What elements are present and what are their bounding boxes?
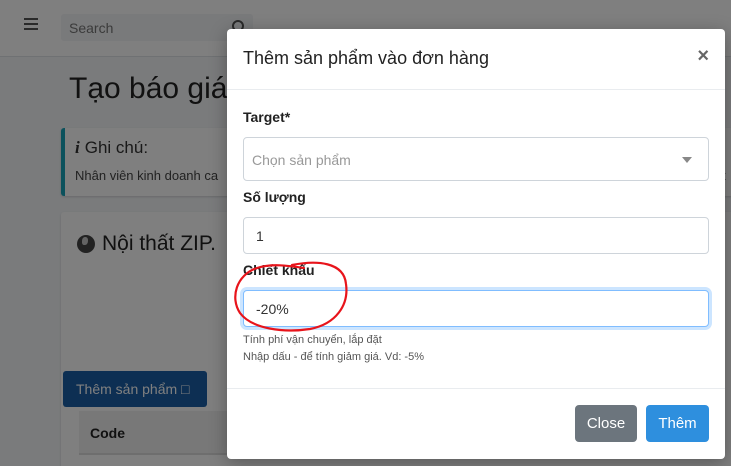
target-placeholder: Chọn sản phẩm: [252, 152, 351, 168]
help-text-shipping: Tính phí vận chuyển, lắp đặt: [243, 334, 382, 346]
target-label: Target*: [243, 109, 291, 125]
discount-label: Chiết khấu: [243, 262, 315, 278]
help-text-discount: Nhập dấu - để tính giảm giá. Vd: -5%: [243, 351, 424, 363]
close-icon[interactable]: ×: [697, 45, 709, 68]
quantity-input[interactable]: [243, 217, 709, 254]
modal-header: Thêm sản phẩm vào đơn hàng ×: [227, 29, 725, 90]
chevron-down-icon: [682, 157, 692, 163]
close-button[interactable]: Close: [575, 405, 637, 442]
quantity-label: Số lượng: [243, 189, 306, 205]
add-button[interactable]: Thêm: [646, 405, 709, 442]
modal-footer-divider: [227, 388, 725, 389]
modal-title: Thêm sản phẩm vào đơn hàng: [243, 48, 489, 68]
target-select[interactable]: Chọn sản phẩm: [243, 137, 709, 181]
add-product-modal: Thêm sản phẩm vào đơn hàng × Target* Chọ…: [227, 29, 725, 459]
discount-input[interactable]: [243, 290, 709, 327]
